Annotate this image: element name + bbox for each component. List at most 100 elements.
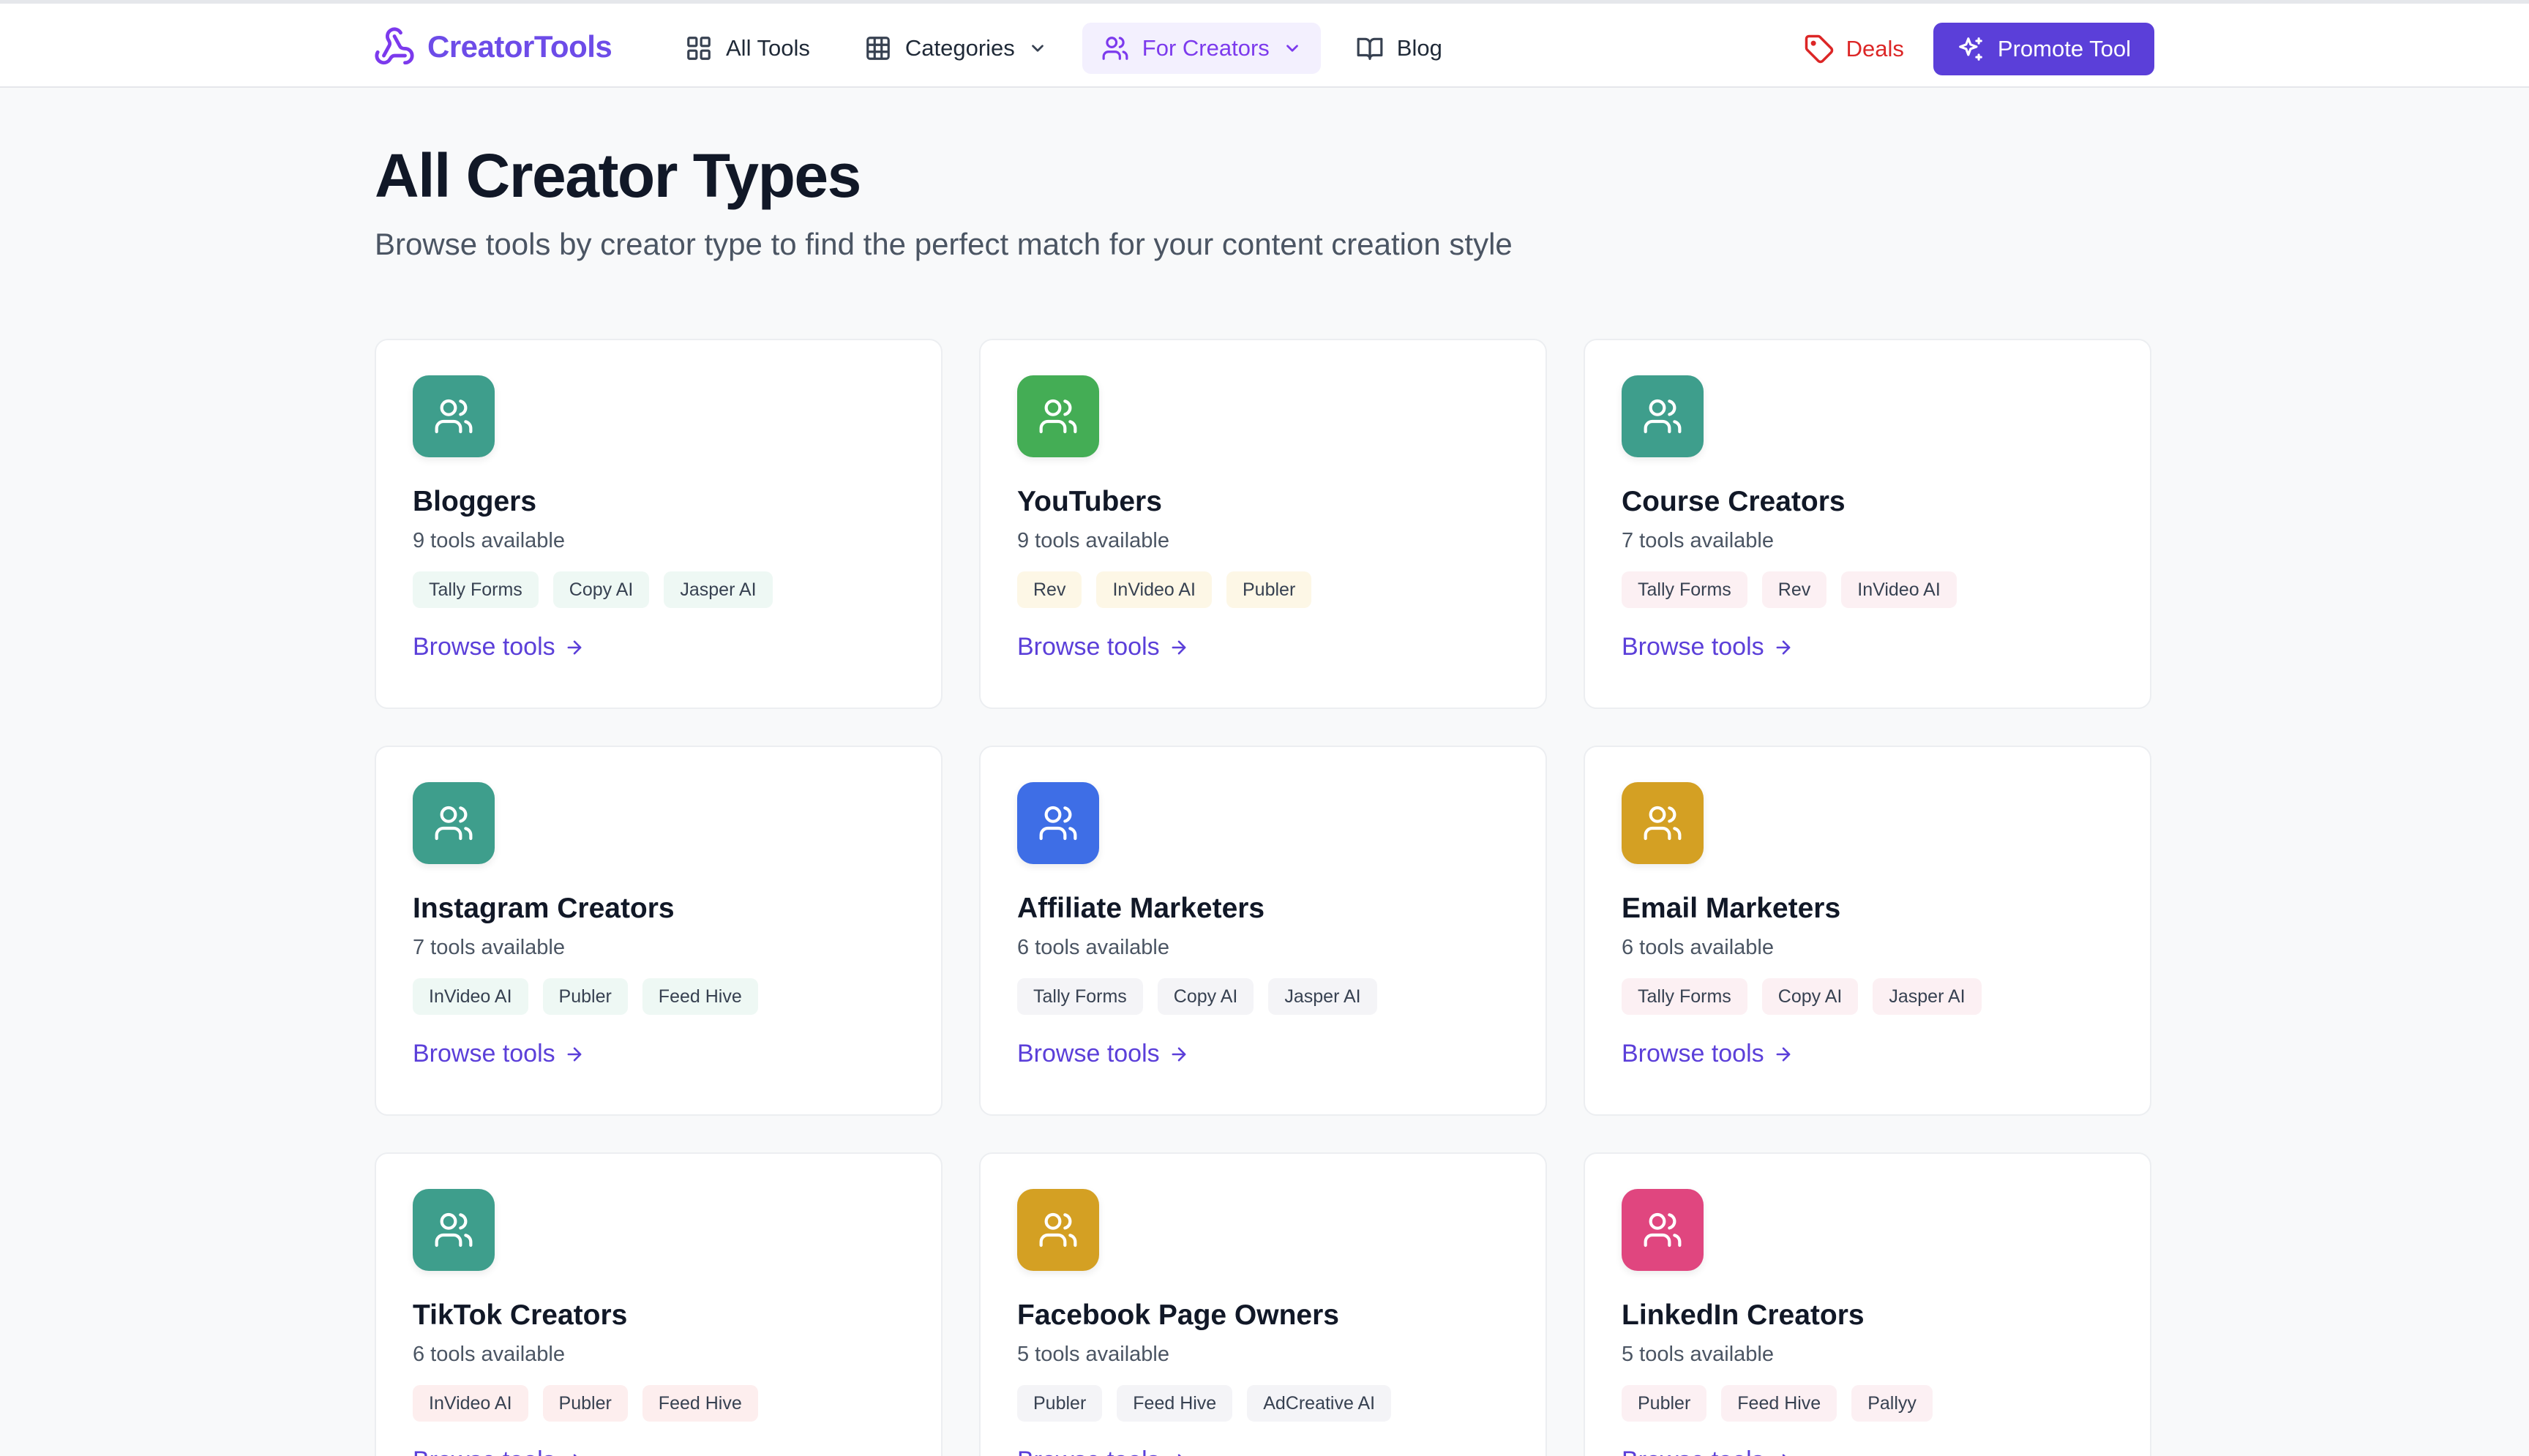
tool-tag[interactable]: AdCreative AI <box>1247 1385 1392 1422</box>
deals-label: Deals <box>1846 36 1904 61</box>
tool-tag[interactable]: Copy AI <box>1761 978 1859 1015</box>
nav-blog[interactable]: Blog <box>1337 23 1461 74</box>
tool-tags: Tally Forms Copy AI Jasper AI <box>413 571 904 608</box>
creator-type-title: Facebook Page Owners <box>1017 1299 1339 1331</box>
browse-tools-link[interactable]: Browse tools <box>1017 633 1189 661</box>
nav-for-creators[interactable]: For Creators <box>1082 23 1321 74</box>
tool-tag[interactable]: Feed Hive <box>642 978 758 1015</box>
tool-tag[interactable]: Publer <box>542 978 628 1015</box>
creator-type-title: LinkedIn Creators <box>1622 1299 1865 1331</box>
tools-count: 5 tools available <box>1017 1343 1169 1366</box>
brand-logo[interactable]: CreatorTools <box>373 26 612 68</box>
users-icon <box>1039 806 1077 841</box>
tool-tag[interactable]: Publer <box>1622 1385 1707 1422</box>
creator-card[interactable]: Email Marketers 6 tools available Tally … <box>1584 746 2151 1116</box>
tool-tag[interactable]: Pallyy <box>1851 1385 1933 1422</box>
tool-tags: Tally Forms Copy AI Jasper AI <box>1017 978 1509 1015</box>
creator-type-title: Email Marketers <box>1622 893 1841 924</box>
tool-tag[interactable]: Jasper AI <box>664 571 773 608</box>
tool-tag[interactable]: Copy AI <box>1157 978 1254 1015</box>
browse-tools-link[interactable]: Browse tools <box>1017 1040 1189 1068</box>
browse-tools-link[interactable]: Browse tools <box>413 633 585 661</box>
tool-tag[interactable]: Jasper AI <box>1268 978 1377 1015</box>
tools-count: 5 tools available <box>1622 1343 1774 1366</box>
creator-type-title: TikTok Creators <box>413 1299 628 1331</box>
creator-type-icon <box>413 1189 495 1271</box>
tool-tag[interactable]: Publer <box>1017 1385 1103 1422</box>
creator-card[interactable]: Instagram Creators 7 tools available InV… <box>375 746 943 1116</box>
nav-categories[interactable]: Categories <box>845 23 1066 74</box>
browse-tools-label: Browse tools <box>1622 1040 1764 1067</box>
tool-tag[interactable]: Tally Forms <box>1622 571 1747 608</box>
tool-tag[interactable]: Copy AI <box>552 571 650 608</box>
tools-count: 6 tools available <box>1622 936 1774 959</box>
tools-count: 6 tools available <box>1017 936 1169 959</box>
deals-link[interactable]: Deals <box>1804 34 1904 64</box>
header-actions: Deals Promote Tool <box>1804 23 2154 75</box>
tools-count: 9 tools available <box>413 529 565 552</box>
tool-tag[interactable]: Feed Hive <box>1117 1385 1233 1422</box>
creator-card[interactable]: Facebook Page Owners 5 tools available P… <box>979 1152 1547 1456</box>
tool-tag[interactable]: Rev <box>1017 571 1082 608</box>
tool-tag[interactable]: Tally Forms <box>1017 978 1143 1015</box>
users-icon <box>435 1212 473 1247</box>
tool-tag[interactable]: InVideo AI <box>1841 571 1957 608</box>
tool-tag[interactable]: Tally Forms <box>413 571 539 608</box>
arrow-right-icon <box>1776 640 1791 654</box>
tool-tags: Publer Feed Hive Pallyy <box>1622 1385 2113 1422</box>
users-icon <box>435 399 473 434</box>
browse-tools-link[interactable]: Browse tools <box>1622 1040 1794 1068</box>
arrow-right-icon <box>1172 1047 1186 1061</box>
tool-tag[interactable]: InVideo AI <box>413 978 528 1015</box>
creator-card[interactable]: Affiliate Marketers 6 tools available Ta… <box>979 746 1547 1116</box>
browse-tools-label: Browse tools <box>1017 633 1160 661</box>
nav-all-tools-label: All Tools <box>726 35 810 61</box>
creator-card[interactable]: TikTok Creators 6 tools available InVide… <box>375 1152 943 1456</box>
arrow-right-icon <box>1782 1454 1786 1456</box>
main-nav: All Tools Categories For Creators Blog <box>666 23 1461 74</box>
tool-tag[interactable]: Tally Forms <box>1622 978 1747 1015</box>
tools-count: 6 tools available <box>413 1343 565 1366</box>
browse-tools-label: Browse tools <box>1622 633 1764 661</box>
tool-tag[interactable]: InVideo AI <box>1096 571 1212 608</box>
tool-tag[interactable]: Rev <box>1761 571 1827 608</box>
creator-card[interactable]: YouTubers 9 tools available Rev InVideo A… <box>979 339 1547 709</box>
users-icon <box>1644 806 1682 841</box>
arrow-right-icon <box>1177 1454 1182 1456</box>
tool-tag[interactable]: Feed Hive <box>642 1385 758 1422</box>
creator-type-title: Affiliate Marketers <box>1017 893 1265 924</box>
book-icon <box>1357 37 1383 60</box>
tool-tag[interactable]: Jasper AI <box>1873 978 1982 1015</box>
tool-tag[interactable]: Feed Hive <box>1721 1385 1837 1422</box>
creator-card[interactable]: Bloggers 9 tools available Tally Forms Co… <box>375 339 943 709</box>
sparkles-icon <box>1959 37 1982 61</box>
logo-icon <box>375 27 414 65</box>
chevron-down-icon <box>1286 45 1298 52</box>
tools-count: 7 tools available <box>413 936 565 959</box>
nav-for-creators-label: For Creators <box>1142 35 1270 61</box>
browse-tools-label: Browse tools <box>1622 1446 1764 1456</box>
grid-icon <box>687 37 711 60</box>
creator-type-icon <box>413 375 495 457</box>
browse-tools-link[interactable]: Browse tools <box>1622 1446 1794 1456</box>
browse-tools-link[interactable]: Browse tools <box>1622 633 1794 661</box>
tool-tags: InVideo AI Publer Feed Hive <box>413 978 904 1015</box>
arrow-right-icon <box>567 640 582 654</box>
tool-tag[interactable]: Publer <box>542 1385 628 1422</box>
site-header: CreatorTools All Tools Categories For Cr… <box>0 4 2529 88</box>
page-title: All Creator Types <box>375 141 861 210</box>
creator-card[interactable]: Course Creators 7 tools available Tally … <box>1584 339 2151 709</box>
promote-tool-button[interactable]: Promote Tool <box>1933 23 2154 75</box>
creator-type-title: Course Creators <box>1622 486 1846 517</box>
browse-tools-label: Browse tools <box>413 633 555 661</box>
users-icon <box>435 806 473 841</box>
tool-tag[interactable]: InVideo AI <box>413 1385 528 1422</box>
browse-tools-link[interactable]: Browse tools <box>1017 1446 1189 1456</box>
browse-tools-link[interactable]: Browse tools <box>413 1040 585 1068</box>
creator-type-icon <box>1622 782 1704 864</box>
nav-all-tools[interactable]: All Tools <box>666 23 829 74</box>
tool-tag[interactable]: Publer <box>1226 571 1312 608</box>
tool-tags: Rev InVideo AI Publer <box>1017 571 1509 608</box>
creator-card[interactable]: LinkedIn Creators 5 tools available Publ… <box>1584 1152 2151 1456</box>
browse-tools-link[interactable]: Browse tools <box>413 1446 585 1456</box>
